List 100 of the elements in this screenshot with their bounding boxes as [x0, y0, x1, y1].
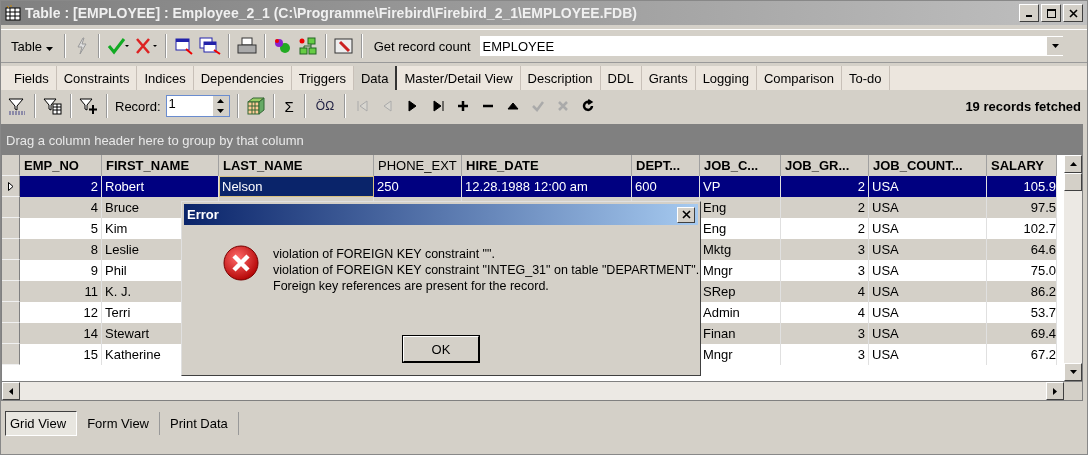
close-icon [681, 210, 691, 219]
tab[interactable]: Fields [7, 66, 57, 90]
table-cell: 15 [83, 347, 98, 362]
get-record-count-button[interactable]: Get record count [369, 36, 475, 56]
down-arrow-icon[interactable] [217, 109, 225, 113]
minimize-button[interactable] [1019, 4, 1039, 22]
view-tab[interactable]: Grid View [5, 411, 78, 436]
tab[interactable]: Logging [695, 66, 757, 90]
table-cell: Nelson [222, 179, 263, 194]
last-icon[interactable] [430, 98, 447, 114]
table-cell: 86.2 [1030, 284, 1056, 299]
diagram-icon[interactable] [297, 37, 318, 55]
error-message: violation of FOREIGN KEY constraint "". [273, 246, 496, 262]
table-cell: 12.28.1988 12:00 am [465, 179, 588, 194]
table-cell: 102.7 [1023, 221, 1056, 236]
column-header[interactable]: JOB_C... [700, 155, 781, 176]
window-title: Table : [EMPLOYEE] : Employee_2_1 (C:\Programme\Firebird\Firebird_2_1\EMPLOYEE.FDB) [25, 5, 638, 21]
left-arrow-icon[interactable] [9, 387, 13, 395]
table-cell: Kim [105, 221, 128, 236]
close-button[interactable] [677, 206, 695, 223]
tab[interactable]: Triggers [291, 66, 354, 90]
records-fetched-status: 19 records fetched [965, 98, 1081, 114]
table-cell: 14 [83, 326, 98, 341]
table-icon [5, 5, 21, 21]
filter-table-icon[interactable] [43, 97, 63, 115]
table-cell: USA [872, 179, 899, 194]
cube-icon[interactable] [245, 97, 266, 115]
table-cell: Mngr [703, 347, 733, 362]
error-message: violation of FOREIGN KEY constraint "INTEG_31" on table "DEPARTMENT". [273, 262, 700, 278]
table-cell: USA [872, 326, 899, 341]
down-arrow-icon[interactable] [1069, 370, 1077, 374]
tab[interactable]: Comparison [756, 66, 842, 90]
column-header[interactable]: LAST_NAME [219, 155, 374, 176]
table-cell: USA [872, 305, 899, 320]
charset-symbol[interactable]: ÖΩ [312, 99, 338, 113]
column-header[interactable]: PHONE_EXT [374, 155, 462, 176]
right-arrow-icon[interactable] [1053, 387, 1057, 395]
error-icon [223, 245, 259, 281]
column-header[interactable]: DEPT... [632, 155, 700, 176]
row-indicator[interactable] [2, 176, 20, 197]
table-cell: 67.2 [1030, 347, 1056, 362]
column-header[interactable]: JOB_GR... [781, 155, 869, 176]
table-cell: USA [872, 242, 899, 257]
tab[interactable]: Indices [137, 66, 194, 90]
horizontal-scrollbar[interactable] [2, 381, 1082, 400]
table-cell: 2 [857, 221, 865, 236]
sum-symbol[interactable]: Σ [281, 97, 297, 115]
close-button[interactable] [1063, 4, 1083, 22]
table-cell: 600 [635, 179, 657, 194]
table-cell: Katherine [105, 347, 161, 362]
table-cell: 97.5 [1030, 200, 1056, 215]
tab[interactable]: To-do [842, 66, 890, 90]
maximize-button[interactable] [1041, 4, 1061, 22]
ok-button[interactable]: OK [403, 336, 479, 362]
record-label: Record: [115, 98, 161, 114]
cross-icon[interactable] [133, 37, 158, 55]
table-cell: Eng [703, 221, 727, 236]
table-cell: 8 [90, 242, 98, 257]
column-header[interactable]: EMP_NO [20, 155, 102, 176]
table-cell: 64.6 [1030, 242, 1056, 257]
table-cell: VP [703, 179, 721, 194]
table-cell: USA [872, 347, 899, 362]
printer-icon[interactable] [236, 37, 257, 55]
up-arrow-icon[interactable] [217, 99, 225, 103]
filter-add-icon[interactable] [79, 97, 99, 115]
table-menu-button[interactable]: Table [7, 36, 57, 56]
filter-icon[interactable] [7, 97, 27, 115]
table-cell: 5 [90, 221, 98, 236]
vertical-scrollbar[interactable] [1064, 155, 1082, 381]
tab[interactable]: Description [520, 66, 601, 90]
checkmark-icon[interactable] [106, 37, 129, 55]
tab[interactable]: Data [353, 66, 398, 90]
tab[interactable]: DDL [600, 66, 642, 90]
column-header[interactable]: JOB_COUNT... [869, 155, 987, 176]
tab[interactable]: Grants [641, 66, 696, 90]
table-cell: 69.4 [1030, 326, 1056, 341]
table-cell: 11 [84, 284, 98, 299]
tab[interactable]: Constraints [56, 66, 138, 90]
column-header[interactable]: HIRE_DATE [462, 155, 632, 176]
scroll-thumb[interactable] [1064, 173, 1082, 191]
table-cell: 2 [857, 200, 865, 215]
table-cell: 4 [857, 305, 865, 320]
up-arrow-icon[interactable] [1069, 162, 1077, 166]
table-cell: Finan [703, 326, 736, 341]
view-tab[interactable]: Print Data [166, 412, 239, 435]
column-header[interactable]: SALARY [987, 155, 1057, 176]
table-cell: Mngr [703, 263, 733, 278]
table-cell: Terri [105, 305, 131, 320]
view-tab[interactable]: Form View [83, 412, 160, 435]
table-cell: 75.0 [1030, 263, 1056, 278]
table-cell: K. J. [105, 284, 131, 299]
table-cell: 4 [857, 284, 865, 299]
table-cell: 2 [90, 179, 98, 194]
column-header[interactable]: FIRST_NAME [102, 155, 219, 176]
table-cell: Stewart [105, 326, 150, 341]
record-spin-field[interactable]: 1 [165, 95, 230, 117]
tab[interactable]: Dependencies [193, 66, 292, 90]
tab[interactable]: Master/Detail View [397, 66, 521, 90]
table-combo[interactable]: EMPLOYEE [479, 36, 1063, 56]
table-cell: SRep [703, 284, 736, 299]
